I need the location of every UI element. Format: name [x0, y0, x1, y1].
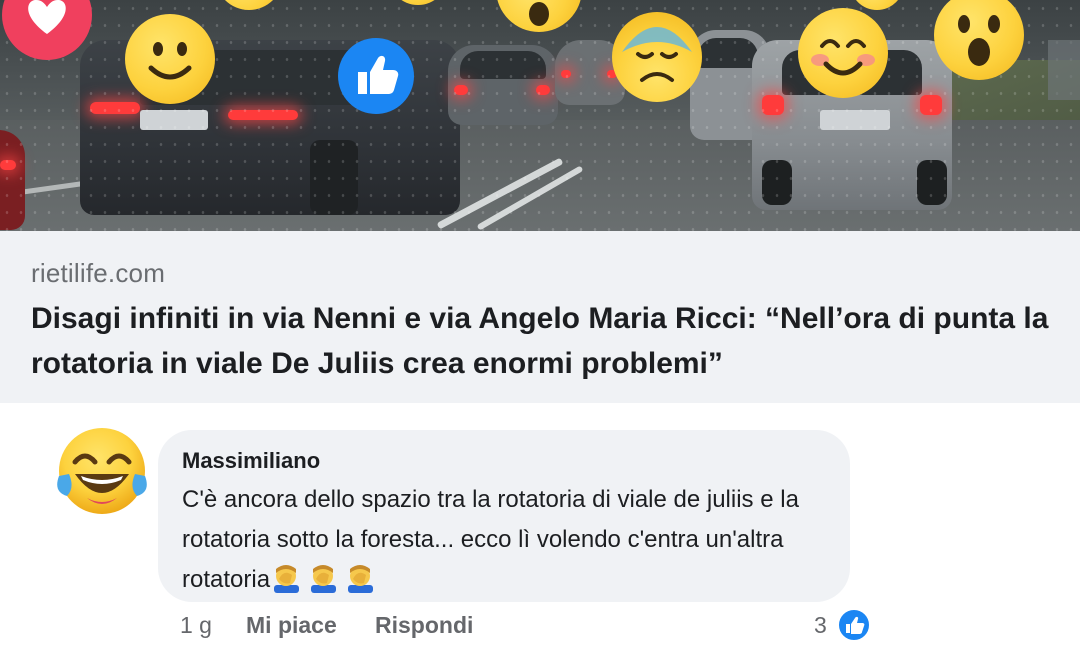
like-button[interactable]: Mi piace: [246, 612, 337, 639]
link-preview-image[interactable]: [0, 0, 1080, 231]
reply-button[interactable]: Rispondi: [375, 612, 473, 639]
link-title[interactable]: Disagi infiniti in via Nenni e via Angel…: [31, 296, 1051, 386]
laughing-tears-emoji[interactable]: [57, 426, 147, 516]
like-icon: [338, 38, 414, 114]
comment-author[interactable]: Massimiliano: [182, 448, 320, 474]
link-domain: rietilife.com: [31, 258, 166, 288]
facepalm-emoji-row: [270, 563, 381, 606]
facepalm-emoji: [307, 563, 340, 593]
reaction-count[interactable]: 3: [814, 612, 827, 639]
blush-smile-emoji: [798, 8, 888, 98]
sad-sweat-emoji: [612, 12, 702, 102]
facepalm-emoji: [270, 563, 303, 593]
wow-emoji: [934, 0, 1024, 80]
smile-emoji: [125, 14, 215, 104]
facepalm-emoji: [344, 563, 377, 593]
comment-text: C'è ancora dello spazio tra la rotatoria…: [182, 480, 832, 606]
comment-timestamp[interactable]: 1 g: [180, 612, 212, 639]
like-icon[interactable]: [837, 608, 871, 642]
wow-emoji-partial: [496, 0, 582, 32]
heart-icon: [2, 0, 92, 60]
emoji-partial-edge: [1048, 40, 1080, 100]
